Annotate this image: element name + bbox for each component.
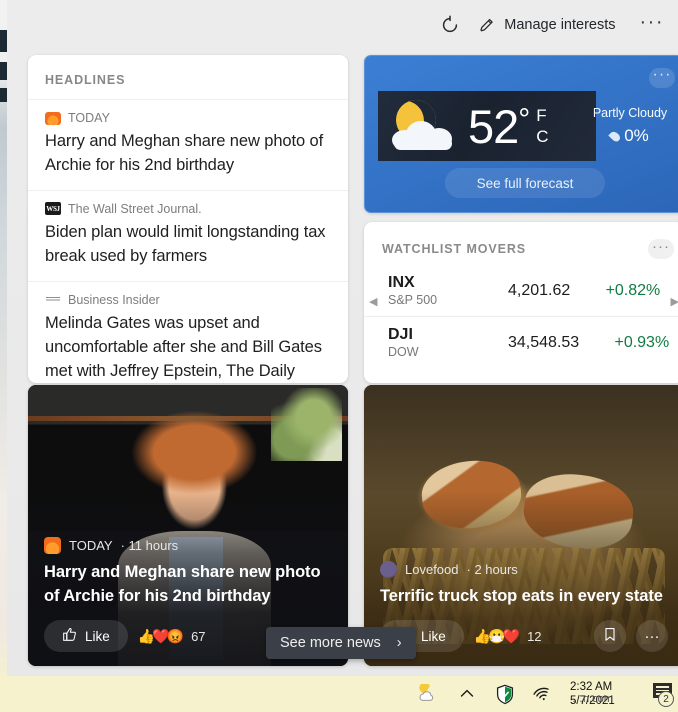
wsj-logo-icon: WSJ	[45, 202, 61, 216]
temperature-value: 52	[468, 99, 519, 153]
headline-source-label: TODAY	[68, 111, 110, 125]
save-button[interactable]	[594, 620, 626, 652]
weather-card[interactable]: ··· 52° F C Partly Cloudy 0% See full fo…	[364, 55, 678, 213]
weather-more-button[interactable]: ···	[649, 66, 675, 88]
table-row[interactable]: INX S&P 500 4,201.62 +0.82%	[364, 265, 678, 316]
weather-hero: 52° F C	[378, 91, 596, 161]
header-more-button[interactable]: ···	[634, 12, 670, 33]
news-source-label: Lovefood	[405, 561, 459, 577]
news-timestamp: · 11 hours	[120, 538, 179, 554]
sun-cloud-icon[interactable]	[418, 683, 440, 705]
reaction-emojis: 👍❤️😡	[137, 627, 184, 644]
headline-item[interactable]: TODAY Harry and Meghan share new photo o…	[28, 99, 348, 190]
screen: Manage interests ··· HEADLINES TODAY Har…	[0, 0, 678, 712]
precipitation-value: 0%	[624, 126, 649, 145]
watchlist-section-title: WATCHLIST MOVERS	[382, 242, 527, 256]
watchlist-movers-card: WATCHLIST MOVERS ··· ◀ ▶ INX S&P 500 4,2…	[364, 222, 678, 383]
business-insider-logo-icon	[45, 293, 61, 307]
headline-source-label: The Wall Street Journal.	[68, 201, 202, 216]
ticker-symbol: DJI	[388, 326, 413, 343]
headline-item[interactable]: WSJ The Wall Street Journal. Biden plan …	[28, 189, 348, 281]
wifi-icon[interactable]	[532, 683, 554, 705]
taskbar: 2:32 AM 5/7/2021 …n.com 2	[0, 676, 678, 712]
see-more-news-label: See more news	[280, 635, 381, 651]
headline-source: WSJ The Wall Street Journal.	[45, 191, 334, 220]
headline-title: Melinda Gates was upset and uncomfortabl…	[45, 313, 322, 381]
weather-precipitation: 0%	[587, 126, 673, 146]
notification-count: 2	[658, 691, 674, 707]
pencil-icon	[478, 16, 496, 34]
news-more-button[interactable]: ···	[636, 620, 668, 652]
see-more-news-button[interactable]: See more news ›	[266, 627, 416, 659]
news-card[interactable]: TODAY · 11 hours Harry and Meghan share …	[28, 385, 348, 666]
headline-source-label: Business Insider	[68, 292, 160, 307]
manage-interests-button[interactable]: Manage interests	[474, 13, 619, 37]
manage-interests-label: Manage interests	[504, 17, 616, 33]
ticker-price: 4,201.62	[508, 281, 571, 299]
headline-title: Harry and Meghan share new photo of Arch…	[45, 132, 324, 175]
chevron-up-icon[interactable]	[456, 683, 478, 705]
shield-check-icon[interactable]	[494, 683, 516, 705]
bookmark-icon	[603, 627, 617, 646]
ticker-name: DOW	[388, 345, 419, 359]
thumbs-up-icon	[62, 627, 77, 645]
refresh-icon[interactable]	[440, 15, 460, 35]
reaction-count: 12	[527, 628, 542, 644]
watchlist-symbol: INX S&P 500	[388, 274, 508, 307]
news-title: Terrific truck stop eats in every state	[380, 586, 663, 605]
watchlist-symbol: DJI DOW	[388, 326, 508, 359]
like-button[interactable]: Like	[44, 620, 128, 652]
water-drop-icon	[608, 129, 622, 143]
temperature-units: F C	[536, 105, 548, 148]
weather-condition: Partly Cloudy	[592, 106, 668, 120]
news-card[interactable]: Lovefood · 2 hours Terrific truck stop e…	[364, 385, 678, 666]
news-source: Lovefood · 2 hours	[380, 560, 668, 578]
watchlist-header: WATCHLIST MOVERS ···	[364, 222, 678, 259]
weather-details: Partly Cloudy 0%	[587, 106, 673, 146]
news-timestamp: · 2 hours	[466, 561, 518, 577]
news-actions: Like 👍😷❤️ 12 ···	[380, 620, 668, 652]
like-label: Like	[85, 628, 110, 644]
headline-title: Biden plan would limit longstanding tax …	[45, 222, 326, 266]
reaction-count: 67	[191, 628, 206, 644]
ellipsis-icon: ···	[644, 627, 660, 645]
widget-header: Manage interests ···	[7, 0, 678, 52]
news-title: Harry and Meghan share new photo of Arch…	[44, 563, 321, 605]
unit-fahrenheit[interactable]: F	[536, 105, 548, 126]
ticker-symbol: INX	[388, 274, 415, 291]
ticker-name: S&P 500	[388, 293, 438, 307]
chevron-right-icon: ›	[396, 635, 402, 651]
moon-cloud-icon	[384, 93, 466, 158]
clock[interactable]: 2:32 AM 5/7/2021 …n.com	[570, 680, 632, 709]
news-source: TODAY · 11 hours	[44, 537, 332, 555]
watchlist-prev-button[interactable]: ◀	[369, 295, 377, 308]
watchlist-next-button[interactable]: ▶	[671, 295, 678, 308]
desktop-edge-sliver	[0, 0, 7, 712]
headline-source: TODAY	[45, 100, 334, 129]
watchlist-more-button[interactable]: ···	[648, 239, 674, 259]
headlines-card: HEADLINES TODAY Harry and Meghan share n…	[28, 55, 348, 383]
see-full-forecast-button[interactable]: See full forecast	[445, 168, 605, 198]
ticker-change: +0.82%	[605, 281, 661, 299]
weather-temperature: 52°	[468, 99, 530, 153]
news-and-interests-widget: Manage interests ··· HEADLINES TODAY Har…	[7, 0, 678, 676]
watermark-text: …n.com	[572, 692, 613, 705]
unit-celsius[interactable]: C	[536, 126, 548, 147]
lovefood-logo-icon	[380, 560, 397, 578]
reactions[interactable]: 👍❤️😡 67	[138, 628, 206, 645]
headlines-section-title: HEADLINES	[45, 73, 126, 87]
reactions[interactable]: 👍😷❤️ 12	[474, 628, 542, 645]
like-label: Like	[421, 628, 446, 644]
degree-symbol: °	[518, 102, 530, 136]
today-logo-icon	[44, 537, 61, 555]
headline-item[interactable]: Business Insider Melinda Gates was upset…	[28, 280, 348, 383]
news-source-label: TODAY	[69, 538, 113, 554]
ticker-price: 34,548.53	[508, 333, 580, 351]
ticker-change: +0.93%	[614, 333, 670, 351]
reaction-emojis: 👍😷❤️	[473, 627, 520, 644]
table-row[interactable]: DJI DOW 34,548.53 +0.93%	[364, 316, 678, 368]
notifications-button[interactable]: 2	[648, 681, 674, 707]
headline-source: Business Insider	[45, 282, 334, 311]
today-logo-icon	[45, 111, 61, 125]
